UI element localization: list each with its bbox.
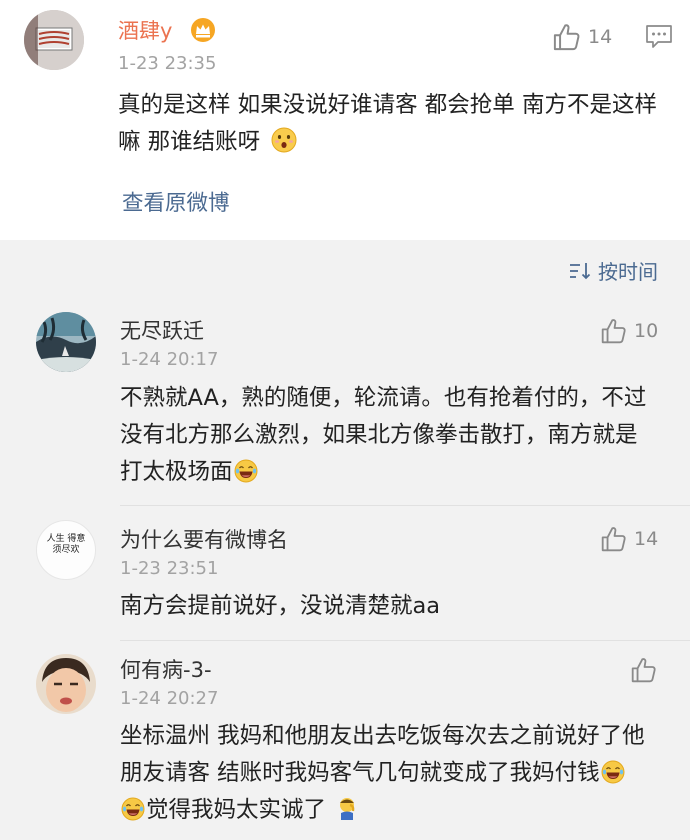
comment-time: 1-24 20:27 bbox=[120, 688, 219, 709]
commenter-name[interactable]: 何有病-3- bbox=[120, 657, 212, 683]
thumb-up-icon bbox=[630, 656, 658, 684]
comment-text: 南方会提前说好，没说清楚就aa bbox=[120, 593, 441, 619]
avatar-calligraphy: 人生 得意 须尽欢 bbox=[46, 534, 86, 555]
sort-by-time-button[interactable]: 按时间 bbox=[568, 256, 658, 285]
facepalm-emoji-icon bbox=[336, 796, 358, 820]
comment-like-count: 14 bbox=[634, 528, 659, 550]
sort-label: 按时间 bbox=[598, 260, 658, 284]
laughing-emoji-icon bbox=[121, 797, 145, 821]
comment-text: 坐标温州 我妈和他朋友出去吃饭每次去之前说好了他朋友请客 结账时我妈客气几句就变… bbox=[120, 718, 650, 829]
commenter-avatar[interactable] bbox=[36, 312, 96, 372]
thumb-up-icon bbox=[600, 317, 628, 345]
comment-time: 1-24 20:17 bbox=[120, 349, 219, 370]
comment-text-content: 不熟就AA，熟的随便，轮流请。也有抢着付的，不过没有北方那么激烈，如果北方像拳击… bbox=[120, 385, 647, 485]
comment-divider bbox=[120, 505, 690, 506]
laughing-emoji-icon bbox=[601, 760, 625, 784]
thumb-up-icon bbox=[552, 22, 582, 52]
commenter-name[interactable]: 无尽跃迁 bbox=[120, 318, 204, 344]
post-author-name[interactable]: 酒肆y bbox=[118, 18, 172, 44]
commenter-name[interactable]: 为什么要有微博名 bbox=[120, 527, 288, 553]
comment-icon[interactable] bbox=[645, 24, 673, 50]
comment-like-button[interactable] bbox=[630, 656, 664, 684]
original-post-card: 酒肆y 1-23 23:35 14 真的是这样 如果没说好谁请客 都会抢单 南方… bbox=[0, 0, 690, 240]
commenter-avatar[interactable] bbox=[36, 654, 96, 714]
comment-divider bbox=[120, 640, 690, 641]
comment-text: 不熟就AA，熟的随便，轮流请。也有抢着付的，不过没有北方那么激烈，如果北方像拳击… bbox=[120, 380, 650, 491]
thumb-up-icon bbox=[600, 525, 628, 553]
surprised-emoji-icon bbox=[271, 127, 297, 153]
sort-icon bbox=[570, 262, 591, 279]
comment-like-button[interactable]: 14 bbox=[600, 525, 658, 553]
post-time: 1-23 23:35 bbox=[118, 53, 217, 74]
post-text-content: 真的是这样 如果没说好谁请客 都会抢单 南方不是这样嘛 那谁结账呀 bbox=[118, 92, 657, 155]
comment-text-content: 坐标温州 我妈和他朋友出去吃饭每次去之前说好了他朋友请客 结账时我妈客气几句就变… bbox=[120, 723, 645, 786]
comment-like-button[interactable]: 10 bbox=[600, 317, 658, 345]
comment-text-tail: 觉得我妈太实诚了 bbox=[146, 797, 327, 823]
post-like-count: 14 bbox=[588, 26, 613, 48]
post-text: 真的是这样 如果没说好谁请客 都会抢单 南方不是这样嘛 那谁结账呀 bbox=[118, 87, 678, 161]
post-like-button[interactable]: 14 bbox=[552, 22, 612, 52]
commenter-avatar[interactable]: 人生 得意 须尽欢 bbox=[36, 520, 96, 580]
member-crown-icon bbox=[190, 17, 216, 43]
view-original-link[interactable]: 查看原微博 bbox=[122, 186, 230, 217]
post-author-avatar[interactable] bbox=[24, 10, 84, 70]
comment-like-count: 10 bbox=[634, 320, 659, 342]
laughing-emoji-icon bbox=[234, 459, 258, 483]
comment-time: 1-23 23:51 bbox=[120, 558, 219, 579]
